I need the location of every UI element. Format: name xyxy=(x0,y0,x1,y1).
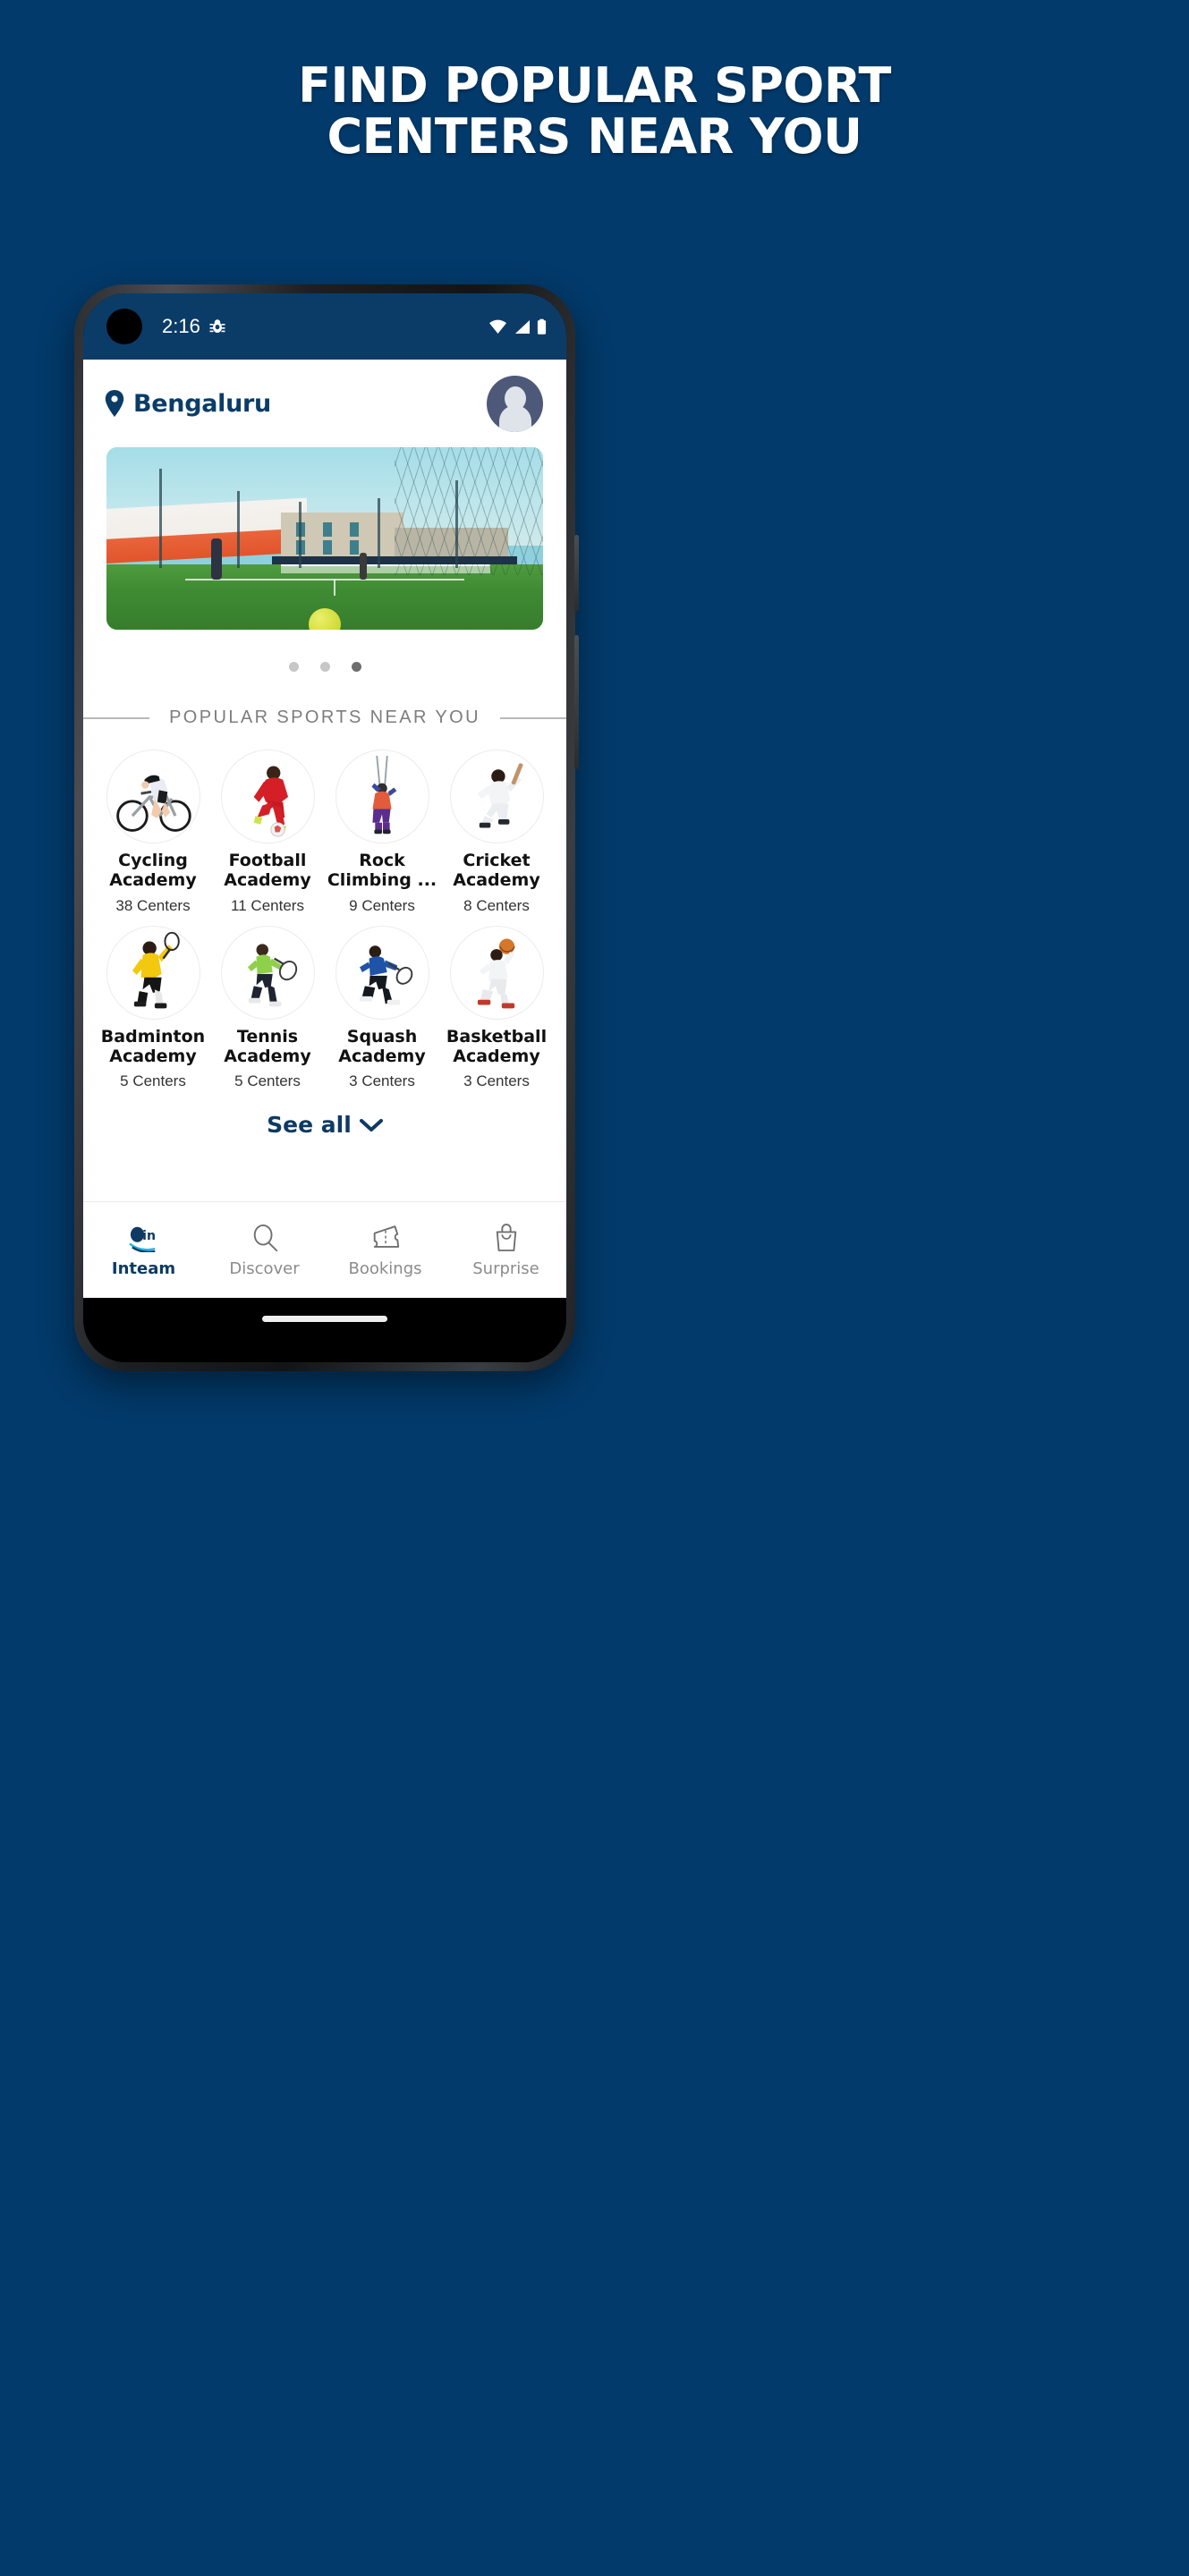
search-icon xyxy=(251,1223,279,1253)
shopping-bag-icon xyxy=(494,1223,519,1253)
bottom-navigation: in Inteam Discover Bookings Surprise xyxy=(83,1201,566,1298)
basketball-player-photo-icon xyxy=(449,925,544,1020)
phone-mockup: 2:16 Bengaluru POPULAR SPORTS NEAR YOU C… xyxy=(74,284,579,1371)
rock-climber-photo-icon xyxy=(335,750,429,843)
divider-line-left xyxy=(83,716,150,719)
chevron-down-icon xyxy=(359,1118,383,1132)
banner-player-far xyxy=(360,553,368,580)
inteam-logo-icon: in xyxy=(127,1223,161,1253)
badminton-player-photo-icon xyxy=(106,925,200,1020)
nav-item-bookings[interactable]: Bookings xyxy=(325,1202,446,1298)
nav-label: Surprise xyxy=(472,1258,539,1278)
nav-item-surprise[interactable]: Surprise xyxy=(446,1202,566,1298)
sports-grid: Cycling Academy 38 Centers Football Acad… xyxy=(96,750,554,1090)
app-header: Bengaluru xyxy=(83,360,566,447)
nav-item-inteam[interactable]: in Inteam xyxy=(83,1202,204,1298)
sport-name: Badminton Academy xyxy=(100,1026,206,1066)
sport-name: Cricket Academy xyxy=(453,851,540,890)
phone-display: 2:16 Bengaluru POPULAR SPORTS NEAR YOU C… xyxy=(83,293,566,1362)
banner-wall xyxy=(106,497,308,564)
location-pin-icon xyxy=(105,390,124,417)
sport-center-count: 11 Centers xyxy=(231,896,304,914)
divider-line-right xyxy=(499,716,566,719)
sport-center-count: 9 Centers xyxy=(349,896,415,914)
carousel-dots[interactable] xyxy=(83,662,566,672)
sport-card-basketball[interactable]: Basketball Academy 3 Centers xyxy=(439,925,554,1091)
banner-player-near xyxy=(211,538,223,580)
sport-center-count: 3 Centers xyxy=(463,1072,530,1090)
section-divider: POPULAR SPORTS NEAR YOU xyxy=(83,708,566,728)
banner-fence-mesh xyxy=(395,447,543,575)
sport-name: Football Academy xyxy=(224,851,311,890)
sport-center-count: 38 Centers xyxy=(115,896,191,914)
gesture-home-bar[interactable] xyxy=(262,1316,387,1322)
wifi-icon xyxy=(488,319,507,335)
cellular-signal-icon xyxy=(514,319,531,335)
sport-card-squash[interactable]: Squash Academy 3 Centers xyxy=(325,925,439,1091)
tennis-player-photo-icon xyxy=(220,925,315,1020)
svg-text:in: in xyxy=(142,1228,156,1242)
sport-center-count: 5 Centers xyxy=(120,1072,186,1090)
location-selector[interactable]: Bengaluru xyxy=(105,390,271,418)
footballer-photo-icon xyxy=(220,750,315,843)
location-label: Bengaluru xyxy=(133,389,271,418)
sport-name: Rock Climbing ... xyxy=(327,851,437,890)
app-screen: Bengaluru POPULAR SPORTS NEAR YOU Cyclin… xyxy=(83,360,566,1298)
headline-line-1: FIND POPULAR SPORT xyxy=(298,57,891,114)
avatar-body xyxy=(498,404,531,432)
sport-card-tennis[interactable]: Tennis Academy 5 Centers xyxy=(210,925,325,1091)
nav-item-discover[interactable]: Discover xyxy=(204,1202,325,1298)
section-title: POPULAR SPORTS NEAR YOU xyxy=(169,708,480,727)
battery-icon xyxy=(537,318,547,335)
status-bar-indicators xyxy=(488,318,547,335)
volume-button[interactable] xyxy=(574,635,579,769)
promo-banner-image[interactable] xyxy=(106,447,543,630)
sport-center-count: 8 Centers xyxy=(463,896,530,914)
power-button[interactable] xyxy=(574,535,579,612)
carousel-dot-1[interactable] xyxy=(288,662,299,672)
nav-label: Bookings xyxy=(348,1258,422,1278)
nav-label: Inteam xyxy=(111,1258,176,1278)
see-all-label: See all xyxy=(267,1112,352,1139)
sport-card-football[interactable]: Football Academy 11 Centers xyxy=(210,750,325,915)
sport-card-rock-climbing[interactable]: Rock Climbing ... 9 Centers xyxy=(325,750,439,915)
ticket-icon xyxy=(369,1223,402,1253)
status-bar: 2:16 xyxy=(83,293,566,360)
avatar[interactable] xyxy=(487,375,543,432)
carousel-dot-3[interactable] xyxy=(351,662,361,672)
sport-name: Cycling Academy xyxy=(109,851,197,890)
cyclist-photo-icon xyxy=(106,750,200,843)
sport-card-badminton[interactable]: Badminton Academy 5 Centers xyxy=(96,925,210,1091)
sport-name: Basketball Academy xyxy=(446,1026,548,1066)
sport-card-cricket[interactable]: Cricket Academy 8 Centers xyxy=(439,750,554,915)
gesture-navigation-area xyxy=(83,1298,566,1362)
squash-player-photo-icon xyxy=(335,925,429,1020)
sport-center-count: 3 Centers xyxy=(349,1072,415,1090)
sport-name: Squash Academy xyxy=(338,1026,426,1066)
cricketer-photo-icon xyxy=(449,750,544,843)
promo-headline: FIND POPULAR SPORT CENTERS NEAR YOU xyxy=(0,57,1189,165)
sport-name: Tennis Academy xyxy=(224,1026,311,1066)
sport-card-cycling[interactable]: Cycling Academy 38 Centers xyxy=(96,750,210,915)
status-bar-time: 2:16 xyxy=(162,315,200,337)
nav-label: Discover xyxy=(229,1258,300,1278)
bug-icon xyxy=(208,318,226,335)
headline-line-2: CENTERS NEAR YOU xyxy=(327,107,862,165)
sport-center-count: 5 Centers xyxy=(234,1072,301,1090)
see-all-button[interactable]: See all xyxy=(83,1112,566,1138)
front-camera-punch-hole xyxy=(106,309,142,344)
carousel-dot-2[interactable] xyxy=(319,662,330,672)
